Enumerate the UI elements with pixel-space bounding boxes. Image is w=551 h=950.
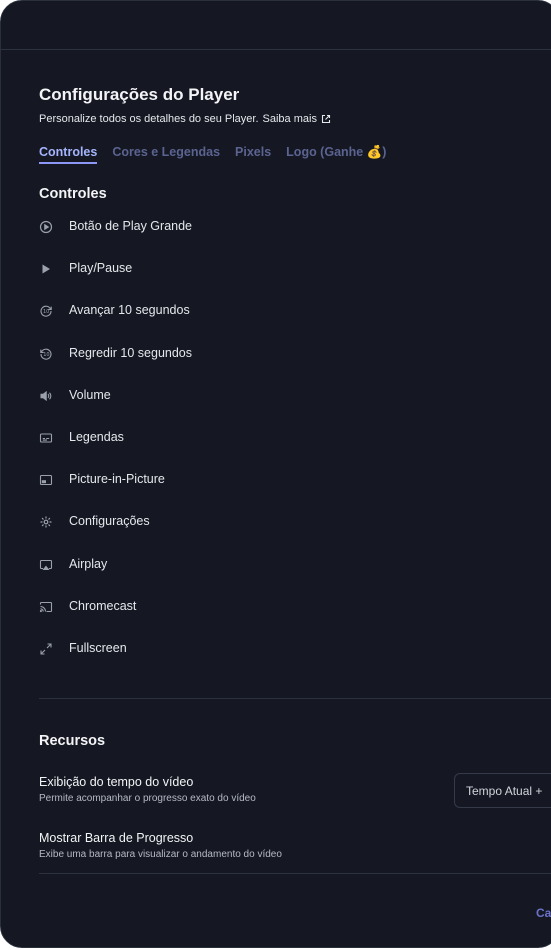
- control-label: Legendas: [69, 429, 124, 444]
- control-label: Avançar 10 segundos: [69, 303, 190, 318]
- captions-icon: [39, 431, 53, 445]
- learn-more-link[interactable]: Saiba mais: [263, 113, 317, 125]
- control-configuracoes[interactable]: Configurações: [39, 514, 192, 556]
- control-label: Botão de Play Grande: [69, 219, 192, 233]
- resources-section-title: Recursos: [39, 733, 106, 749]
- tab-pixels[interactable]: Pixels: [235, 145, 271, 164]
- svg-text:10: 10: [43, 310, 49, 316]
- play-circle-icon: [39, 220, 53, 234]
- control-play-pause[interactable]: Play/Pause: [39, 261, 192, 303]
- control-regredir-10[interactable]: 10 Regredir 10 segundos: [39, 346, 192, 388]
- tab-controles[interactable]: Controles: [39, 145, 98, 164]
- time-display-select[interactable]: Tempo Atual +: [454, 773, 551, 808]
- feature-description: Exibe uma barra para visualizar o andame…: [39, 849, 282, 860]
- tab-cores-e-legendas[interactable]: Cores e Legendas: [112, 145, 220, 164]
- feature-description: Permite acompanhar o progresso exato do …: [39, 793, 256, 804]
- play-icon: [39, 262, 53, 276]
- control-pip[interactable]: Picture-in-Picture: [39, 472, 192, 514]
- footer-action-button[interactable]: Ca: [536, 906, 551, 920]
- feature-name: Mostrar Barra de Progresso: [39, 831, 194, 845]
- fullscreen-icon: [39, 642, 53, 656]
- control-label: Play/Pause: [69, 261, 133, 276]
- control-volume[interactable]: Volume: [39, 388, 192, 430]
- airplay-icon: [39, 558, 53, 572]
- gear-icon: [39, 515, 53, 529]
- section-divider: [39, 698, 551, 699]
- forward-10-icon: 10: [39, 304, 53, 318]
- control-label: Volume: [69, 387, 111, 402]
- settings-tabs: Controles Cores e Legendas Pixels Logo (…: [39, 145, 386, 164]
- controls-list: Botão de Play Grande Play/Pause 10 Avanç…: [39, 219, 192, 683]
- control-legendas[interactable]: Legendas: [39, 430, 192, 472]
- feature-progress-bar: Mostrar Barra de Progresso Exibe uma bar…: [39, 831, 282, 860]
- svg-text:10: 10: [43, 352, 49, 358]
- control-chromecast[interactable]: Chromecast: [39, 599, 192, 641]
- subtitle-text: Personalize todos os detalhes do seu Pla…: [39, 113, 259, 125]
- control-label: Airplay: [69, 556, 108, 571]
- player-settings-panel: Configurações do Player Personalize todo…: [0, 0, 551, 948]
- control-fullscreen[interactable]: Fullscreen: [39, 641, 192, 683]
- control-play-grande[interactable]: Botão de Play Grande: [39, 219, 192, 261]
- page-title: Configurações do Player: [39, 85, 240, 104]
- control-airplay[interactable]: Airplay: [39, 557, 192, 599]
- chromecast-icon: [39, 600, 53, 614]
- control-label: Regredir 10 segundos: [69, 345, 192, 360]
- tab-logo[interactable]: Logo (Ganhe 💰): [286, 145, 386, 164]
- volume-icon: [39, 389, 53, 403]
- control-label: Fullscreen: [69, 640, 127, 655]
- footer-divider: [39, 873, 551, 874]
- external-link-icon[interactable]: [321, 114, 331, 124]
- control-label: Configurações: [69, 514, 150, 529]
- pip-icon: [39, 473, 53, 487]
- control-label: Picture-in-Picture: [69, 472, 165, 487]
- top-bar: [1, 1, 551, 50]
- feature-time-display: Exibição do tempo do vídeo Permite acomp…: [39, 775, 256, 804]
- feature-name: Exibição do tempo do vídeo: [39, 775, 194, 789]
- control-avancar-10[interactable]: 10 Avançar 10 segundos: [39, 303, 192, 345]
- rewind-10-icon: 10: [39, 347, 53, 361]
- page-subtitle: Personalize todos os detalhes do seu Pla…: [39, 113, 331, 125]
- controls-section-title: Controles: [39, 186, 107, 202]
- control-label: Chromecast: [69, 598, 137, 613]
